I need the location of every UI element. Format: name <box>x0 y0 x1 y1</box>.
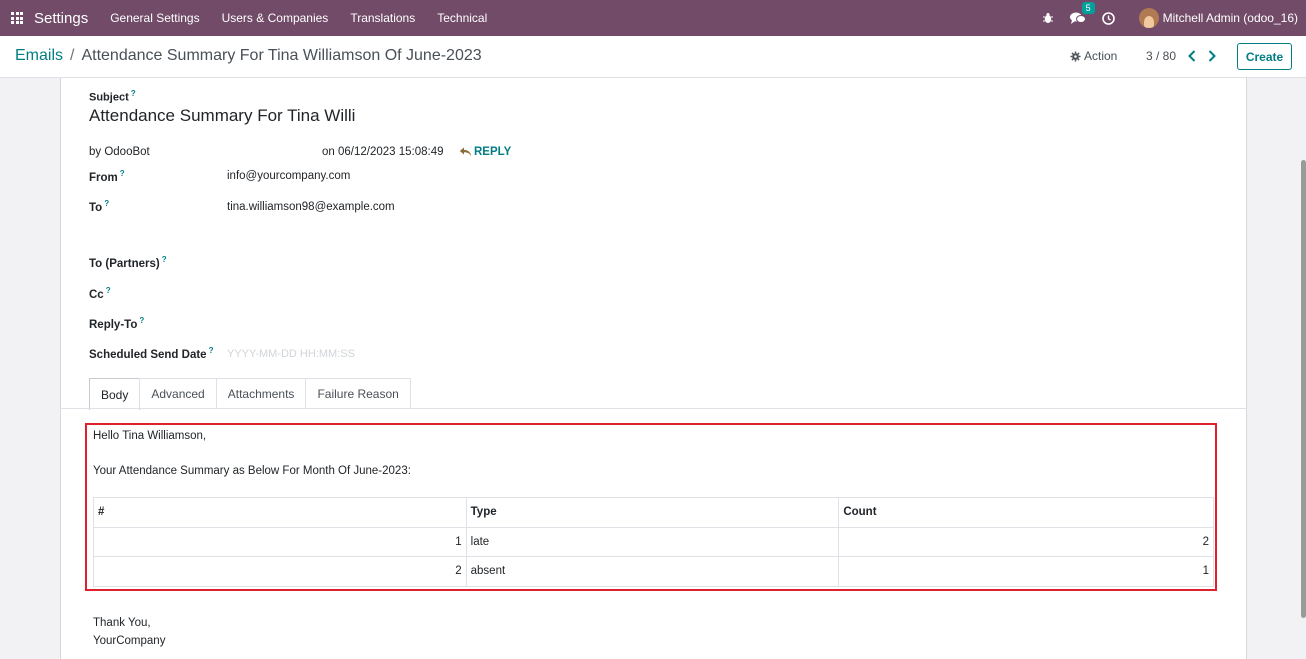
body-greeting: Hello Tina Williamson, <box>93 430 207 442</box>
subject-label: Subject? <box>89 89 136 104</box>
notebook-tabs: Body Advanced Attachments Failure Reason <box>89 378 411 410</box>
reply-to-label: Reply-To? <box>89 316 145 331</box>
messages-count-badge: 5 <box>1081 1 1095 14</box>
messages-icon[interactable]: 5 <box>1069 1 1095 25</box>
reply-to-help-icon[interactable]: ? <box>139 316 144 325</box>
user-menu[interactable]: Mitchell Admin (odoo_16) <box>1163 11 1298 25</box>
subject-help-icon[interactable]: ? <box>131 89 136 98</box>
tab-failure-reason[interactable]: Failure Reason <box>305 378 411 409</box>
cc-label: Cc? <box>89 286 111 301</box>
to-label: To? <box>89 199 110 214</box>
user-avatar[interactable] <box>1138 8 1159 28</box>
to-value[interactable]: tina.williamson98@example.com <box>227 201 395 213</box>
breadcrumb-current: Attendance Summary For Tina Williamson O… <box>81 47 482 64</box>
to-help-icon[interactable]: ? <box>104 199 109 208</box>
table-cell-number: 1 <box>93 526 467 557</box>
column-header-count: Count <box>838 497 1214 528</box>
table-cell-type: late <box>465 526 840 557</box>
breadcrumb: Emails / Attendance Summary For Tina Wil… <box>15 47 482 65</box>
reply-button[interactable]: REPLY <box>459 146 511 158</box>
page-scrollbar[interactable] <box>1301 160 1306 618</box>
table-header-row: # Type Count <box>93 497 1214 528</box>
tab-body[interactable]: Body <box>89 378 141 410</box>
menu-translations[interactable]: Translations <box>350 11 415 25</box>
menu-general-settings[interactable]: General Settings <box>110 11 199 25</box>
tab-divider <box>60 408 1247 409</box>
cc-help-icon[interactable]: ? <box>106 286 111 295</box>
pager-next-chevron-right-icon[interactable] <box>1205 48 1219 64</box>
scheduled-help-icon[interactable]: ? <box>209 346 214 355</box>
breadcrumb-emails-link[interactable]: Emails <box>15 47 63 65</box>
tab-advanced[interactable]: Advanced <box>139 378 217 409</box>
app-title[interactable]: Settings <box>34 10 88 27</box>
action-button[interactable]: Action <box>1070 49 1117 63</box>
table-cell-number: 2 <box>93 556 467 587</box>
table-cell-count: 2 <box>838 526 1214 557</box>
top-navbar: Settings General Settings Users & Compan… <box>0 0 1306 36</box>
subject-value[interactable]: Attendance Summary For Tina Willi <box>89 106 355 126</box>
body-closing-company: YourCompany <box>93 635 166 647</box>
sent-date: on 06/12/2023 15:08:49 <box>322 146 444 158</box>
from-value[interactable]: info@yourcompany.com <box>227 170 350 182</box>
body-intro: Your Attendance Summary as Below For Mon… <box>93 465 411 477</box>
action-label: Action <box>1084 49 1118 63</box>
table-row: 1 late 2 <box>93 526 1214 557</box>
pager-value[interactable]: 3 / 80 <box>1146 49 1176 63</box>
create-button[interactable]: Create <box>1237 43 1292 70</box>
author-text: by OdooBot <box>89 146 150 158</box>
to-partners-label: To (Partners)? <box>89 255 167 270</box>
column-header-type: Type <box>465 497 840 528</box>
table-cell-type: absent <box>465 556 840 587</box>
breadcrumb-separator: / <box>70 47 75 64</box>
tab-attachments[interactable]: Attachments <box>215 378 307 409</box>
reply-arrow-icon <box>459 147 472 157</box>
pager-previous-chevron-left-icon[interactable] <box>1185 48 1199 64</box>
scheduled-send-date-input[interactable]: YYYY-MM-DD HH:MM:SS <box>227 348 355 360</box>
table-row: 2 absent 1 <box>93 556 1214 587</box>
menu-users-companies[interactable]: Users & Companies <box>222 11 329 25</box>
activity-clock-icon[interactable] <box>1101 11 1115 25</box>
menu-technical[interactable]: Technical <box>437 11 487 25</box>
attendance-table: # Type Count 1 late 2 2 absent 1 <box>93 497 1214 587</box>
scheduled-send-date-label: Scheduled Send Date? <box>89 346 214 361</box>
column-header-number: # <box>93 497 467 528</box>
to-partners-help-icon[interactable]: ? <box>162 255 167 264</box>
debug-bug-icon[interactable] <box>1042 12 1054 24</box>
table-cell-count: 1 <box>838 556 1214 587</box>
gear-icon <box>1070 50 1081 62</box>
body-closing-thanks: Thank You, <box>93 617 151 629</box>
from-label: From? <box>89 169 125 184</box>
control-panel: Emails / Attendance Summary For Tina Wil… <box>0 36 1306 78</box>
from-help-icon[interactable]: ? <box>120 169 125 178</box>
apps-menu-icon[interactable] <box>0 0 34 36</box>
